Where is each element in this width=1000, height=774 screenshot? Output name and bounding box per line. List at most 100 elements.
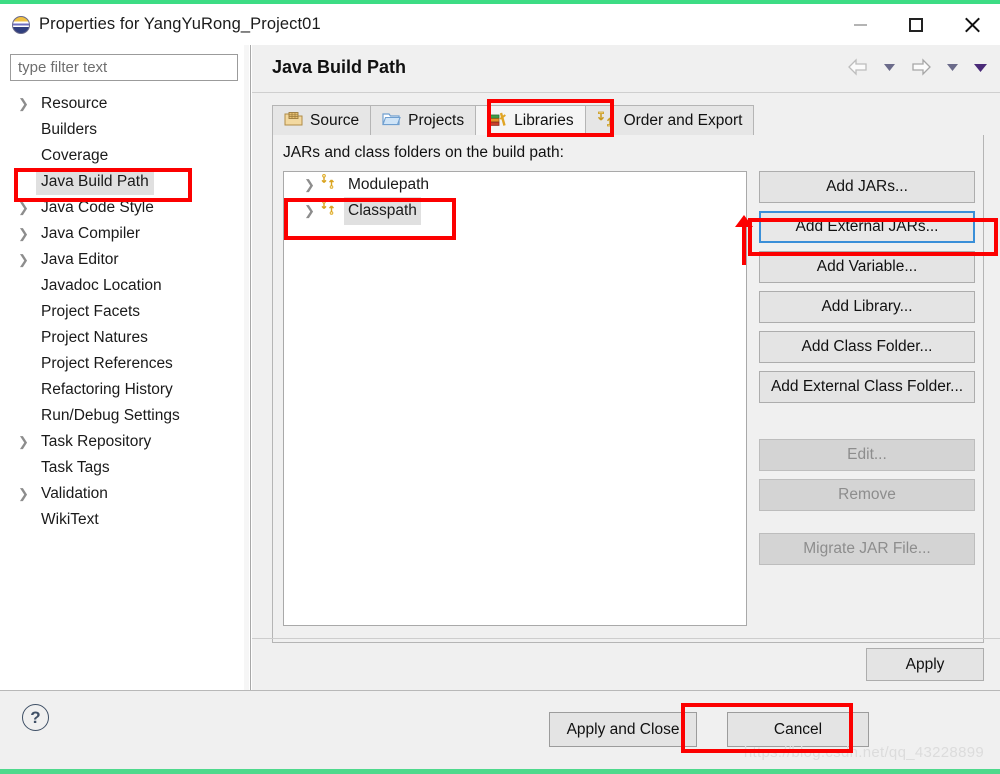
sidebar-item-label: Project Natures — [41, 329, 148, 346]
close-button[interactable] — [944, 4, 1000, 45]
chevron-down-filled-icon[interactable] — [969, 59, 992, 76]
sidebar-item-project-natures[interactable]: Project Natures — [0, 325, 250, 351]
chevron-down-icon[interactable] — [942, 59, 963, 75]
filter-input[interactable]: type filter text — [10, 54, 238, 81]
list-item-label: Classpath — [344, 197, 421, 225]
tab-label: Libraries — [514, 112, 574, 129]
tab-projects[interactable]: Projects — [370, 105, 477, 136]
minimize-button[interactable] — [832, 4, 888, 45]
dialog-footer: ? Apply and Close Cancel https://blog.cs… — [0, 690, 1000, 769]
add-external-class-folder-button[interactable]: Add External Class Folder... — [759, 371, 975, 403]
sidebar-item-label: Project References — [41, 355, 173, 372]
tab-order-and-export[interactable]: Order and Export — [584, 105, 755, 136]
path-arrows-icon — [320, 198, 338, 224]
filter-placeholder: type filter text — [18, 59, 108, 76]
migrate-jar-file-button[interactable]: Migrate JAR File... — [759, 533, 975, 565]
chevron-right-icon: ❯ — [18, 434, 29, 449]
sidebar-item-task-repository[interactable]: ❯ Task Repository — [0, 429, 250, 455]
sidebar-item-project-references[interactable]: Project References — [0, 351, 250, 377]
add-variable-button[interactable]: Add Variable... — [759, 251, 975, 283]
sidebar-item-label: Java Editor — [41, 251, 119, 268]
chevron-down-icon[interactable] — [879, 59, 900, 75]
add-external-jars-button[interactable]: Add External JARs... — [759, 211, 975, 243]
sidebar-item-run-debug-settings[interactable]: Run/Debug Settings — [0, 403, 250, 429]
window-title: Properties for YangYuRong_Project01 — [39, 15, 321, 33]
sidebar-item-project-facets[interactable]: Project Facets — [0, 299, 250, 325]
bottom-accent-strip — [0, 769, 1000, 774]
page-title: Java Build Path — [272, 57, 407, 77]
apply-button[interactable]: Apply — [866, 648, 984, 681]
list-item-modulepath[interactable]: ❯ Modulepath — [284, 172, 746, 198]
properties-dialog: Properties for YangYuRong_Project01 type… — [0, 0, 1000, 774]
sidebar-item-javadoc-location[interactable]: Javadoc Location — [0, 273, 250, 299]
remove-button[interactable]: Remove — [759, 479, 975, 511]
projects-folder-icon — [382, 111, 401, 132]
sidebar-item-validation[interactable]: ❯ Validation — [0, 481, 250, 507]
chevron-right-icon: ❯ — [18, 226, 29, 241]
sidebar-item-label: Project Facets — [41, 303, 141, 320]
order-arrows-icon — [597, 111, 617, 132]
maximize-button[interactable] — [888, 4, 944, 45]
tab-source[interactable]: Source — [272, 105, 372, 136]
tab-libraries[interactable]: Libraries — [475, 105, 586, 136]
tab-label: Projects — [408, 112, 465, 129]
sidebar-item-java-compiler[interactable]: ❯ Java Compiler — [0, 221, 250, 247]
chevron-right-icon: ❯ — [18, 252, 29, 267]
apply-and-close-button[interactable]: Apply and Close — [549, 712, 697, 747]
sidebar-item-task-tags[interactable]: Task Tags — [0, 455, 250, 481]
build-path-list[interactable]: ❯ Modulepath ❯ Classpath — [283, 171, 747, 626]
settings-tree: ❯ Resource Builders Coverage Java Build … — [0, 91, 250, 533]
sidebar-item-resource[interactable]: ❯ Resource — [0, 91, 250, 117]
sidebar-item-label: Run/Debug Settings — [41, 407, 180, 424]
maximize-icon — [909, 17, 923, 32]
sidebar-item-label: Refactoring History — [41, 381, 173, 398]
sidebar-item-label: Java Build Path — [36, 169, 154, 195]
add-jars-button[interactable]: Add JARs... — [759, 171, 975, 203]
sidebar-item-wikitext[interactable]: WikiText — [0, 507, 250, 533]
sidebar-item-java-editor[interactable]: ❯ Java Editor — [0, 247, 250, 273]
sidebar-item-label: Resource — [41, 95, 108, 112]
sidebar-item-label: Builders — [41, 121, 97, 138]
watermark-text: https://blog.csdn.net/qq_43228899 — [743, 744, 984, 761]
forward-arrow-icon[interactable] — [906, 55, 936, 79]
sidebar-item-java-build-path[interactable]: Java Build Path — [0, 169, 250, 195]
add-class-folder-button[interactable]: Add Class Folder... — [759, 331, 975, 363]
chevron-right-icon[interactable]: ❯ — [304, 198, 315, 224]
chevron-right-icon: ❯ — [18, 200, 29, 215]
library-actions: Add JARs... Add External JARs... Add Var… — [759, 171, 975, 573]
pane-description: JARs and class folders on the build path… — [283, 144, 564, 161]
sidebar-item-refactoring-history[interactable]: Refactoring History — [0, 377, 250, 403]
close-icon — [963, 16, 981, 34]
apply-divider — [252, 638, 1000, 639]
tab-label: Source — [310, 112, 360, 129]
tab-label: Order and Export — [623, 112, 743, 129]
sidebar-item-label: Validation — [41, 485, 108, 502]
eclipse-icon — [12, 15, 30, 34]
settings-page: Java Build Path Source Projects Librarie… — [252, 45, 1000, 690]
sidebar-item-builders[interactable]: Builders — [0, 117, 250, 143]
button-group-spacer — [759, 519, 975, 533]
header-divider — [252, 92, 1000, 93]
sidebar-item-label: Coverage — [41, 147, 109, 164]
add-library-button[interactable]: Add Library... — [759, 291, 975, 323]
help-question-icon[interactable]: ? — [22, 704, 49, 731]
chevron-right-icon: ❯ — [18, 96, 29, 111]
sidebar-item-label: Task Repository — [41, 433, 152, 450]
sidebar-item-label: Java Code Style — [41, 199, 154, 216]
libraries-books-icon — [487, 111, 507, 132]
tab-bar: Source Projects Libraries Order and Expo… — [272, 104, 984, 136]
chevron-right-icon[interactable]: ❯ — [304, 172, 315, 198]
sidebar: type filter text ❯ Resource Builders Cov… — [0, 45, 251, 690]
sidebar-item-label: WikiText — [41, 511, 99, 528]
chevron-right-icon: ❯ — [18, 486, 29, 501]
list-item-label: Modulepath — [348, 176, 430, 193]
sidebar-item-java-code-style[interactable]: ❯ Java Code Style — [0, 195, 250, 221]
edit-button[interactable]: Edit... — [759, 439, 975, 471]
sidebar-item-label: Javadoc Location — [41, 277, 162, 294]
list-item-classpath[interactable]: ❯ Classpath — [284, 197, 746, 225]
path-arrows-icon — [320, 172, 338, 198]
back-arrow-icon[interactable] — [843, 55, 873, 79]
sidebar-item-coverage[interactable]: Coverage — [0, 143, 250, 169]
minimize-icon — [853, 23, 867, 26]
cancel-button[interactable]: Cancel — [727, 712, 869, 747]
